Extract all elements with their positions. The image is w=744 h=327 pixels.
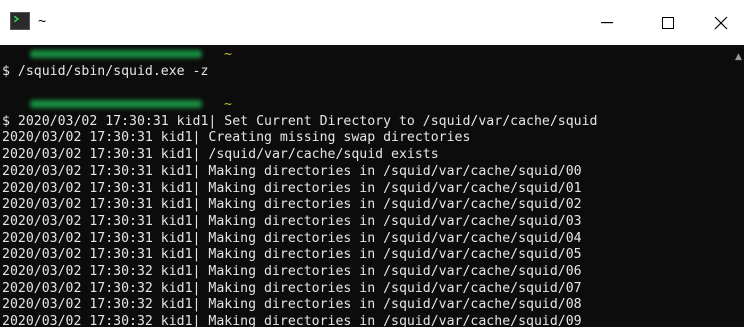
maximize-button[interactable]: [645, 0, 691, 45]
output-line: 2020/03/02 17:30:31 kid1| Making directo…: [2, 197, 582, 213]
output-line: 2020/03/02 17:30:31 kid1| Making directo…: [2, 247, 582, 263]
output-line: 2020/03/02 17:30:31 kid1| Making directo…: [2, 213, 582, 229]
command-line: $ /squid/sbin/squid.exe -z: [2, 63, 209, 79]
close-icon: [714, 16, 728, 29]
terminal-output[interactable]: ~ $ /squid/sbin/squid.exe -z ~ $ 2020/03…: [0, 45, 734, 327]
prompt-line: ~: [2, 47, 734, 64]
chevron-up-icon[interactable]: ▲: [735, 52, 742, 62]
terminal-window: ~ ~ $ /squid/sbin/squid.exe -z ~ $ 2020/…: [0, 0, 744, 327]
prompt-tilde: ~: [224, 97, 232, 113]
output-line: 2020/03/02 17:30:32 kid1| Making directo…: [2, 280, 582, 296]
output-line: $ 2020/03/02 17:30:31 kid1| Set Current …: [2, 113, 598, 129]
output-line: 2020/03/02 17:30:31 kid1| Making directo…: [2, 180, 582, 196]
minimize-icon: [601, 21, 613, 23]
output-line: 2020/03/02 17:30:31 kid1| /squid/var/cac…: [2, 147, 439, 163]
output-line: 2020/03/02 17:30:32 kid1| Making directo…: [2, 314, 582, 327]
prompt-line: ~: [2, 97, 734, 114]
vertical-scrollbar[interactable]: ▲: [734, 45, 744, 327]
prompt-glyph-icon: [14, 16, 20, 22]
prompt-tilde: ~: [224, 47, 232, 62]
output-line: 2020/03/02 17:30:31 kid1| Making directo…: [2, 230, 582, 246]
maximize-icon: [662, 16, 674, 29]
redacted-hostname: [30, 50, 202, 58]
redacted-hostname: [30, 100, 202, 109]
window-title: ~: [38, 13, 47, 29]
title-bar[interactable]: ~: [0, 0, 744, 45]
output-line: 2020/03/02 17:30:32 kid1| Making directo…: [2, 263, 582, 279]
close-button[interactable]: [698, 0, 744, 45]
output-line: 2020/03/02 17:30:31 kid1| Making directo…: [2, 163, 582, 179]
output-line: 2020/03/02 17:30:32 kid1| Making directo…: [2, 297, 582, 313]
output-line: 2020/03/02 17:30:31 kid1| Creating missi…: [2, 130, 471, 146]
terminal-icon[interactable]: [10, 12, 30, 30]
minimize-button[interactable]: [584, 0, 630, 45]
